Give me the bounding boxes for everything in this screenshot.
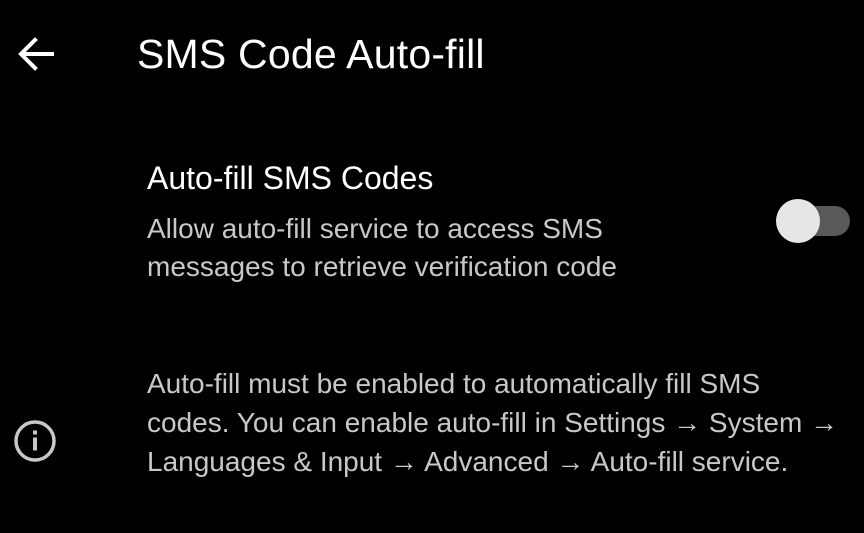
auto-fill-sms-toggle[interactable] — [776, 198, 850, 244]
setting-summary: Allow auto-fill service to access SMS me… — [147, 213, 617, 282]
toggle-thumb — [776, 199, 820, 243]
setting-title: Auto-fill SMS Codes — [147, 160, 434, 196]
back-button[interactable] — [10, 28, 62, 80]
info-description: Auto-fill must be enabled to automatical… — [147, 368, 839, 477]
arrow-left-icon — [18, 37, 54, 71]
auto-fill-sms-codes-row[interactable]: Auto-fill SMS Codes Allow auto-fill serv… — [0, 150, 864, 300]
info-icon — [14, 420, 56, 462]
page-title: SMS Code Auto-fill — [137, 31, 485, 77]
